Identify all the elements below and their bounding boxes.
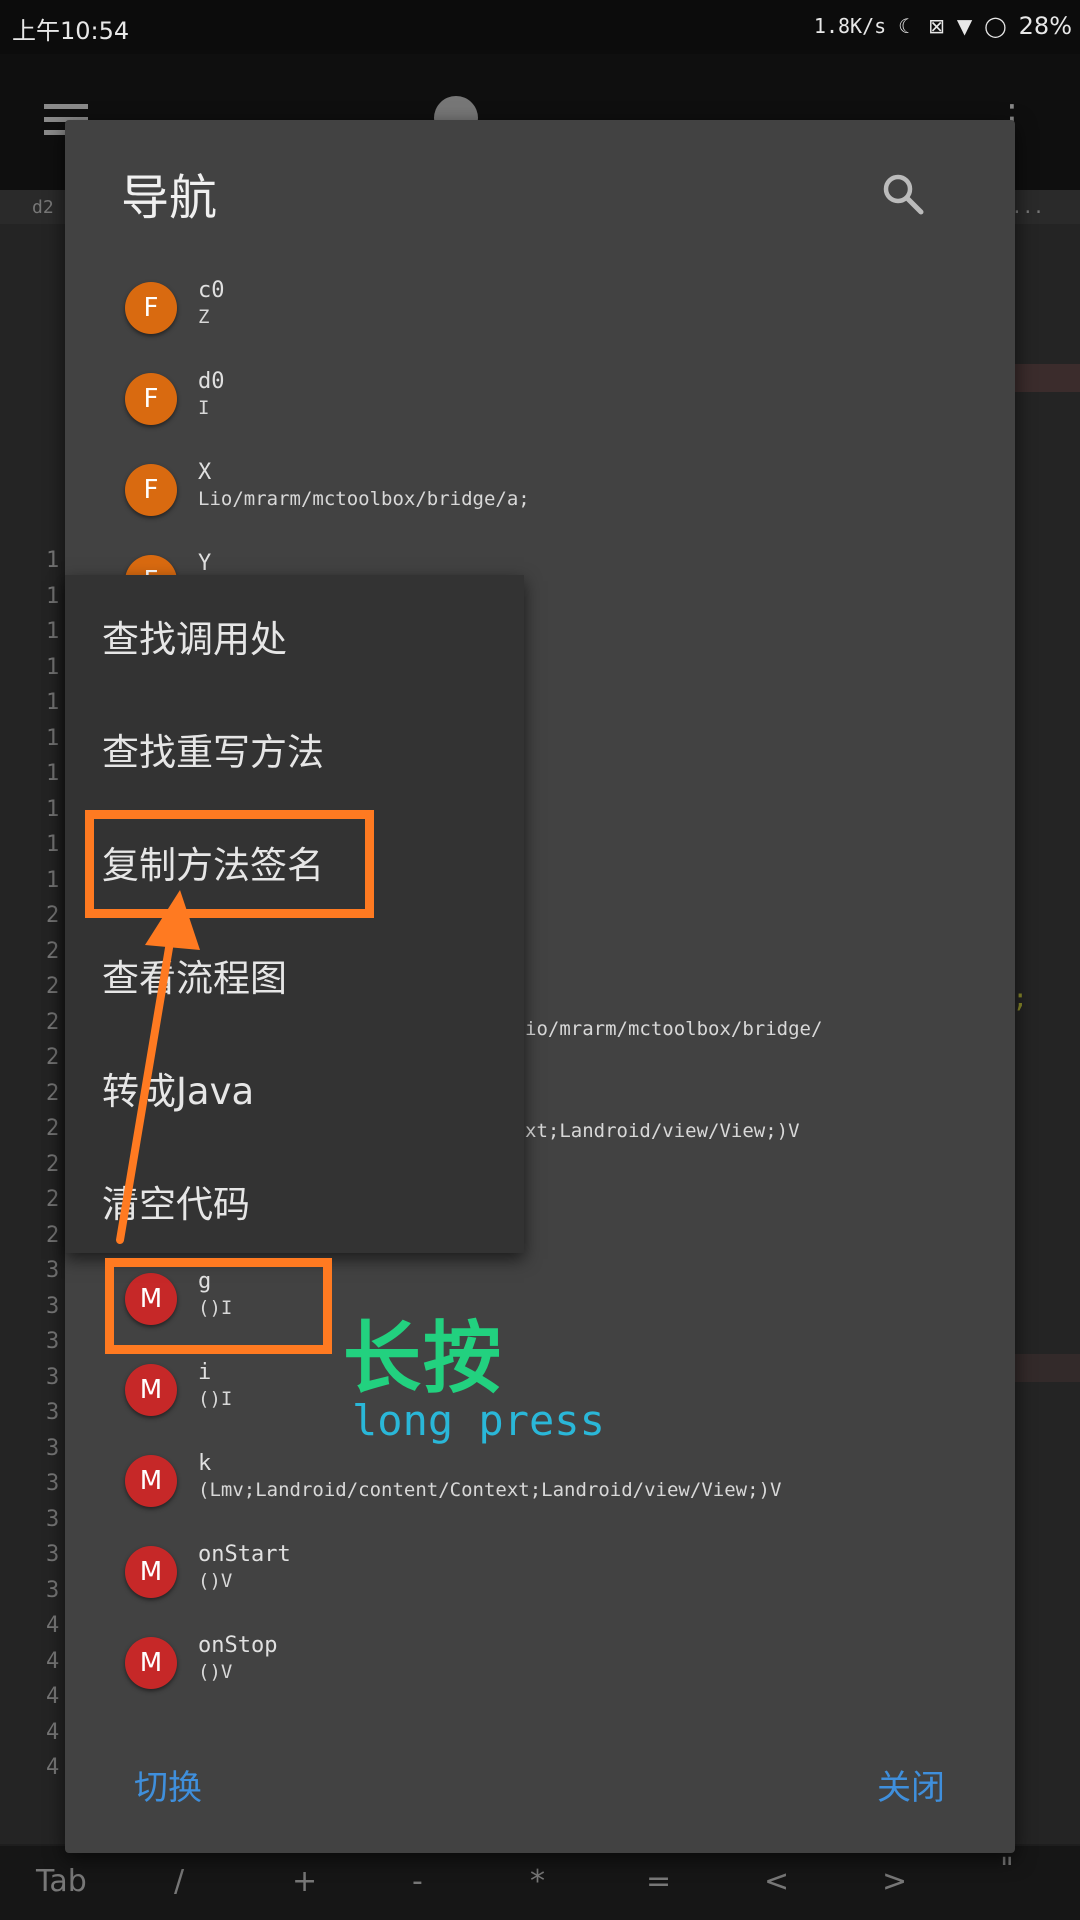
- annotation-arrow: [116, 890, 200, 1244]
- annotation-long-press-en: long press: [352, 1396, 605, 1445]
- annotation-long-press-cn: 长按: [343, 1314, 504, 1404]
